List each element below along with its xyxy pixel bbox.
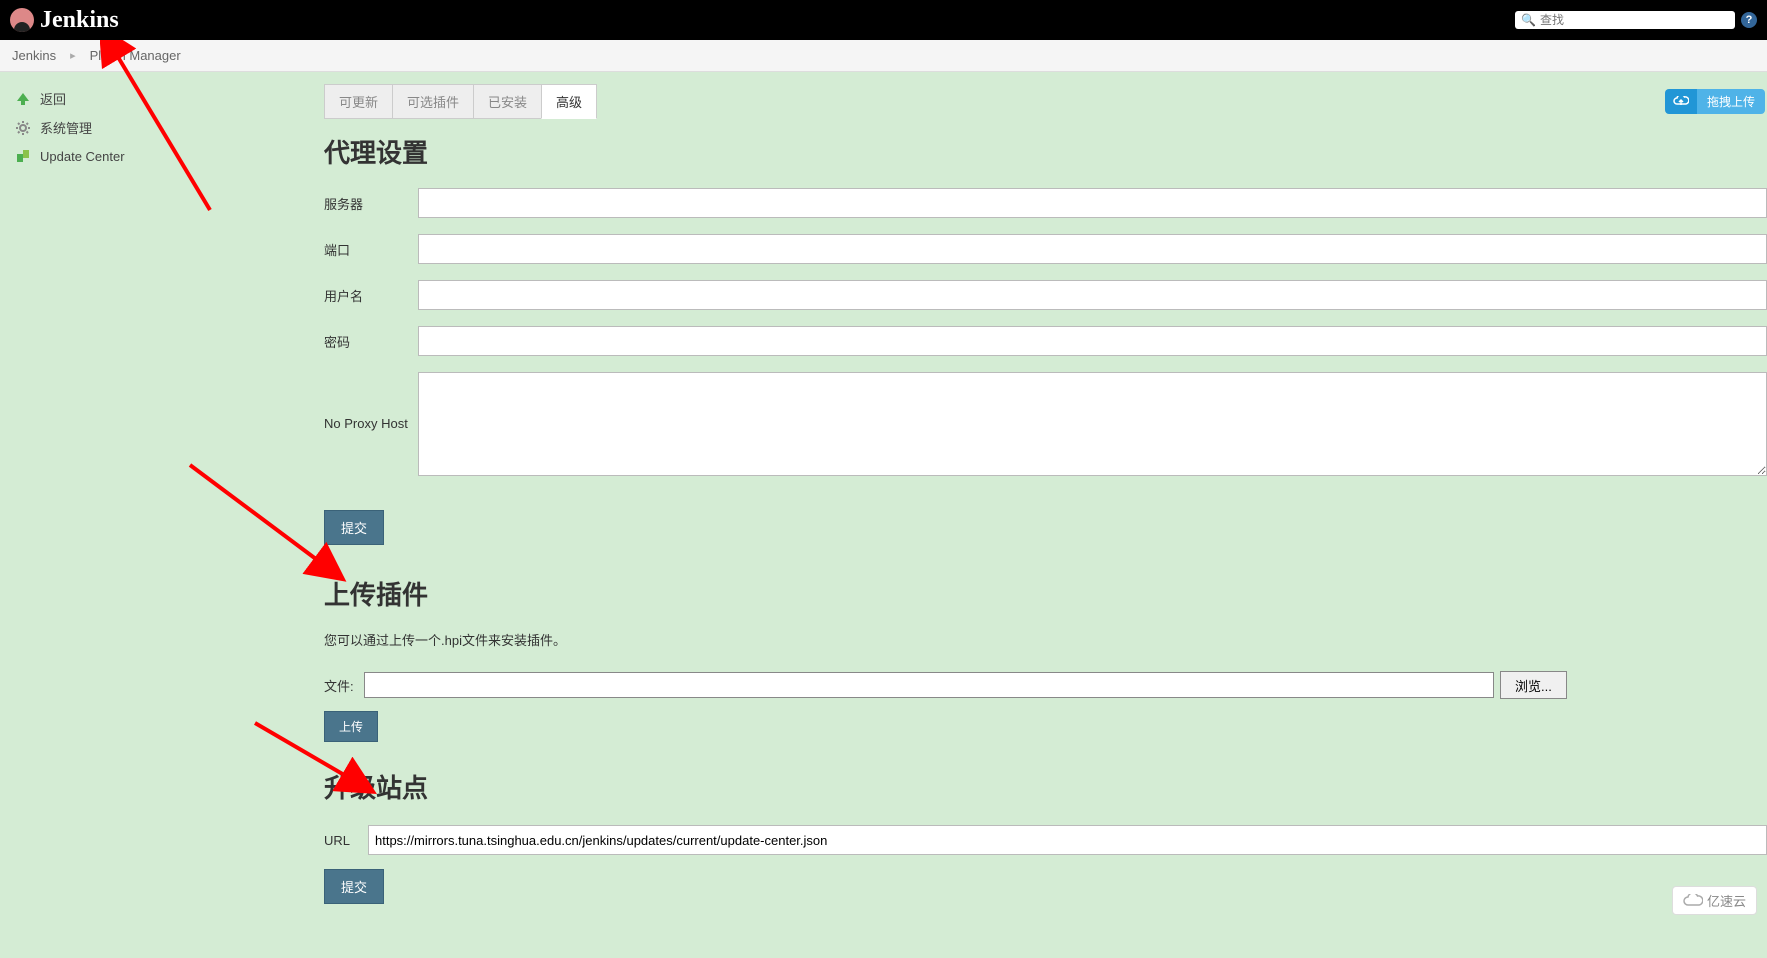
url-label: URL bbox=[324, 833, 368, 848]
watermark: 亿速云 bbox=[1672, 886, 1757, 915]
tab-available[interactable]: 可选插件 bbox=[392, 84, 474, 119]
update-site-title: 升级站点 bbox=[324, 768, 1767, 805]
user-input[interactable] bbox=[418, 280, 1767, 310]
content: 可更新 可选插件 已安装 高级 拖拽上传 代理设置 服务器 端口 用户名 bbox=[310, 72, 1767, 958]
main-layout: 返回 系统管理 Update Center 可更新 可选插件 已安装 高级 bbox=[0, 72, 1767, 958]
breadcrumb: Jenkins ▸ Plugin Manager bbox=[0, 40, 1767, 72]
sidebar-item-label: 返回 bbox=[40, 89, 66, 108]
port-label: 端口 bbox=[324, 234, 418, 259]
noproxy-textarea[interactable] bbox=[418, 372, 1767, 476]
watermark-text: 亿速云 bbox=[1707, 891, 1746, 910]
browse-button[interactable]: 浏览... bbox=[1500, 671, 1567, 699]
plugin-icon bbox=[14, 147, 32, 165]
upload-button[interactable]: 上传 bbox=[324, 711, 378, 742]
form-row-user: 用户名 bbox=[324, 280, 1767, 310]
breadcrumb-item[interactable]: Plugin Manager bbox=[90, 48, 181, 63]
port-input[interactable] bbox=[418, 234, 1767, 264]
sidebar-item-update-center[interactable]: Update Center bbox=[0, 142, 310, 170]
jenkins-avatar-icon bbox=[10, 8, 34, 32]
upload-section-title: 上传插件 bbox=[324, 575, 1767, 612]
app-title: Jenkins bbox=[40, 7, 119, 34]
breadcrumb-item[interactable]: Jenkins bbox=[12, 48, 56, 63]
tabs: 可更新 可选插件 已安装 高级 bbox=[324, 84, 596, 119]
tab-advanced[interactable]: 高级 bbox=[541, 84, 597, 119]
server-input[interactable] bbox=[418, 188, 1767, 218]
user-label: 用户名 bbox=[324, 280, 418, 305]
url-input[interactable] bbox=[368, 825, 1767, 855]
chevron-right-icon: ▸ bbox=[70, 49, 76, 62]
form-row-password: 密码 bbox=[324, 326, 1767, 356]
cloud-upload-icon bbox=[1665, 89, 1697, 114]
proxy-submit-button[interactable]: 提交 bbox=[324, 510, 384, 545]
proxy-section-title: 代理设置 bbox=[324, 133, 1767, 170]
header: Jenkins 🔍 ? bbox=[0, 0, 1767, 40]
tab-installed[interactable]: 已安装 bbox=[473, 84, 542, 119]
sidebar-item-back[interactable]: 返回 bbox=[0, 84, 310, 113]
cloud-icon bbox=[1683, 894, 1703, 908]
file-path-display[interactable] bbox=[364, 672, 1494, 698]
password-input[interactable] bbox=[418, 326, 1767, 356]
sidebar-item-label: Update Center bbox=[40, 149, 125, 164]
search-wrap[interactable]: 🔍 bbox=[1515, 11, 1735, 29]
tab-updates[interactable]: 可更新 bbox=[324, 84, 393, 119]
drag-upload-label: 拖拽上传 bbox=[1697, 89, 1765, 114]
tab-row: 可更新 可选插件 已安装 高级 拖拽上传 bbox=[324, 84, 1767, 119]
noproxy-label: No Proxy Host bbox=[324, 372, 418, 431]
password-label: 密码 bbox=[324, 326, 418, 351]
search-icon: 🔍 bbox=[1521, 13, 1536, 27]
header-logo[interactable]: Jenkins bbox=[10, 7, 119, 34]
gear-icon bbox=[14, 119, 32, 137]
sidebar: 返回 系统管理 Update Center bbox=[0, 72, 310, 958]
form-row-port: 端口 bbox=[324, 234, 1767, 264]
header-right: 🔍 ? bbox=[1515, 11, 1757, 29]
file-row: 文件: 浏览... bbox=[324, 671, 1767, 699]
form-row-server: 服务器 bbox=[324, 188, 1767, 218]
drag-upload-button[interactable]: 拖拽上传 bbox=[1665, 89, 1765, 114]
up-arrow-icon bbox=[14, 90, 32, 108]
help-icon[interactable]: ? bbox=[1741, 12, 1757, 28]
update-site-submit-button[interactable]: 提交 bbox=[324, 869, 384, 904]
url-row: URL bbox=[324, 825, 1767, 855]
search-input[interactable] bbox=[1540, 13, 1720, 27]
upload-desc: 您可以通过上传一个.hpi文件来安装插件。 bbox=[324, 630, 1767, 649]
sidebar-item-manage[interactable]: 系统管理 bbox=[0, 113, 310, 142]
server-label: 服务器 bbox=[324, 188, 418, 213]
file-label: 文件: bbox=[324, 676, 364, 695]
sidebar-item-label: 系统管理 bbox=[40, 118, 92, 137]
form-row-noproxy: No Proxy Host bbox=[324, 372, 1767, 476]
